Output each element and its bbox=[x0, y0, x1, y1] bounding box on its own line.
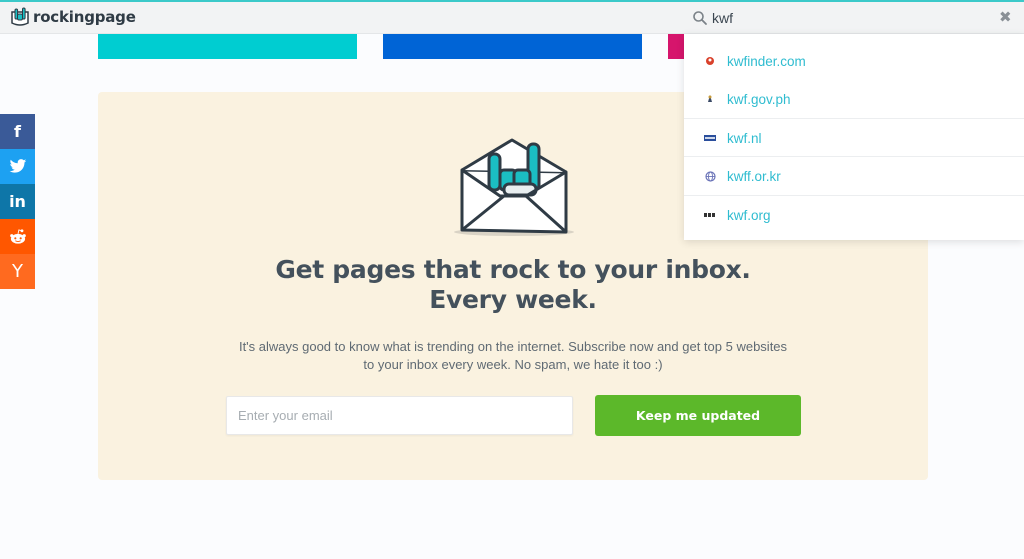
suggestion-item[interactable]: kwf.nl bbox=[684, 119, 1024, 157]
linkedin-icon: in bbox=[9, 191, 26, 211]
top-header: rockingpage ✖ bbox=[0, 0, 1024, 34]
brand-logo[interactable]: rockingpage bbox=[11, 7, 136, 27]
featured-card-pink[interactable] bbox=[668, 34, 684, 59]
reddit-icon bbox=[9, 228, 26, 244]
suggestion-label: kwff.or.kr bbox=[727, 168, 781, 184]
hacker-news-icon: Y bbox=[12, 260, 23, 282]
suggestion-label: kwf.gov.ph bbox=[727, 91, 791, 107]
facebook-share-button[interactable]: f bbox=[0, 114, 35, 149]
description-line-2: to your inbox every week. No spam, we ha… bbox=[363, 357, 663, 372]
twitter-share-button[interactable] bbox=[0, 149, 35, 184]
reddit-share-button[interactable] bbox=[0, 219, 35, 254]
twitter-icon bbox=[9, 159, 26, 173]
search-suggestions-dropdown: kwfinder.com kwf.gov.ph kwf.nl kwff.or.k… bbox=[684, 34, 1024, 240]
close-icon[interactable]: ✖ bbox=[999, 10, 1012, 26]
social-share-bar: f in Y bbox=[0, 114, 35, 289]
rock-hand-icon bbox=[11, 7, 29, 26]
envelope-rock-hand-icon bbox=[454, 138, 574, 236]
search-input[interactable] bbox=[712, 8, 982, 28]
seal-icon bbox=[704, 93, 716, 105]
featured-card-blue[interactable] bbox=[383, 34, 642, 59]
blue-logo-icon bbox=[704, 132, 716, 144]
facebook-icon: f bbox=[14, 121, 21, 141]
suggestion-item[interactable]: kwf.org bbox=[684, 196, 1024, 234]
description-line-1: It's always good to know what is trendin… bbox=[238, 339, 788, 354]
suggestion-item[interactable]: kwfinder.com bbox=[684, 42, 1024, 80]
kwf-text-icon bbox=[704, 209, 716, 221]
suggestion-item[interactable]: kwf.gov.ph bbox=[684, 80, 1024, 118]
headline-line-1: Get pages that rock to your inbox. bbox=[275, 255, 751, 284]
email-input[interactable] bbox=[226, 396, 573, 435]
suggestion-item[interactable]: kwff.or.kr bbox=[684, 157, 1024, 195]
keep-me-updated-button[interactable]: Keep me updated bbox=[595, 395, 801, 436]
featured-card-cyan[interactable] bbox=[98, 34, 357, 59]
headline-line-2: Every week. bbox=[429, 285, 597, 314]
globe-icon bbox=[704, 170, 716, 182]
newsletter-headline: Get pages that rock to your inbox. Every… bbox=[98, 255, 928, 315]
newsletter-description: It's always good to know what is trendin… bbox=[225, 338, 801, 374]
hacker-news-share-button[interactable]: Y bbox=[0, 254, 35, 289]
brand-name: rockingpage bbox=[33, 8, 136, 26]
linkedin-share-button[interactable]: in bbox=[0, 184, 35, 219]
suggestion-label: kwf.nl bbox=[727, 130, 762, 146]
red-bug-icon bbox=[704, 55, 716, 67]
search-icon bbox=[693, 11, 707, 25]
suggestion-label: kwf.org bbox=[727, 207, 771, 223]
suggestion-label: kwfinder.com bbox=[727, 53, 806, 69]
